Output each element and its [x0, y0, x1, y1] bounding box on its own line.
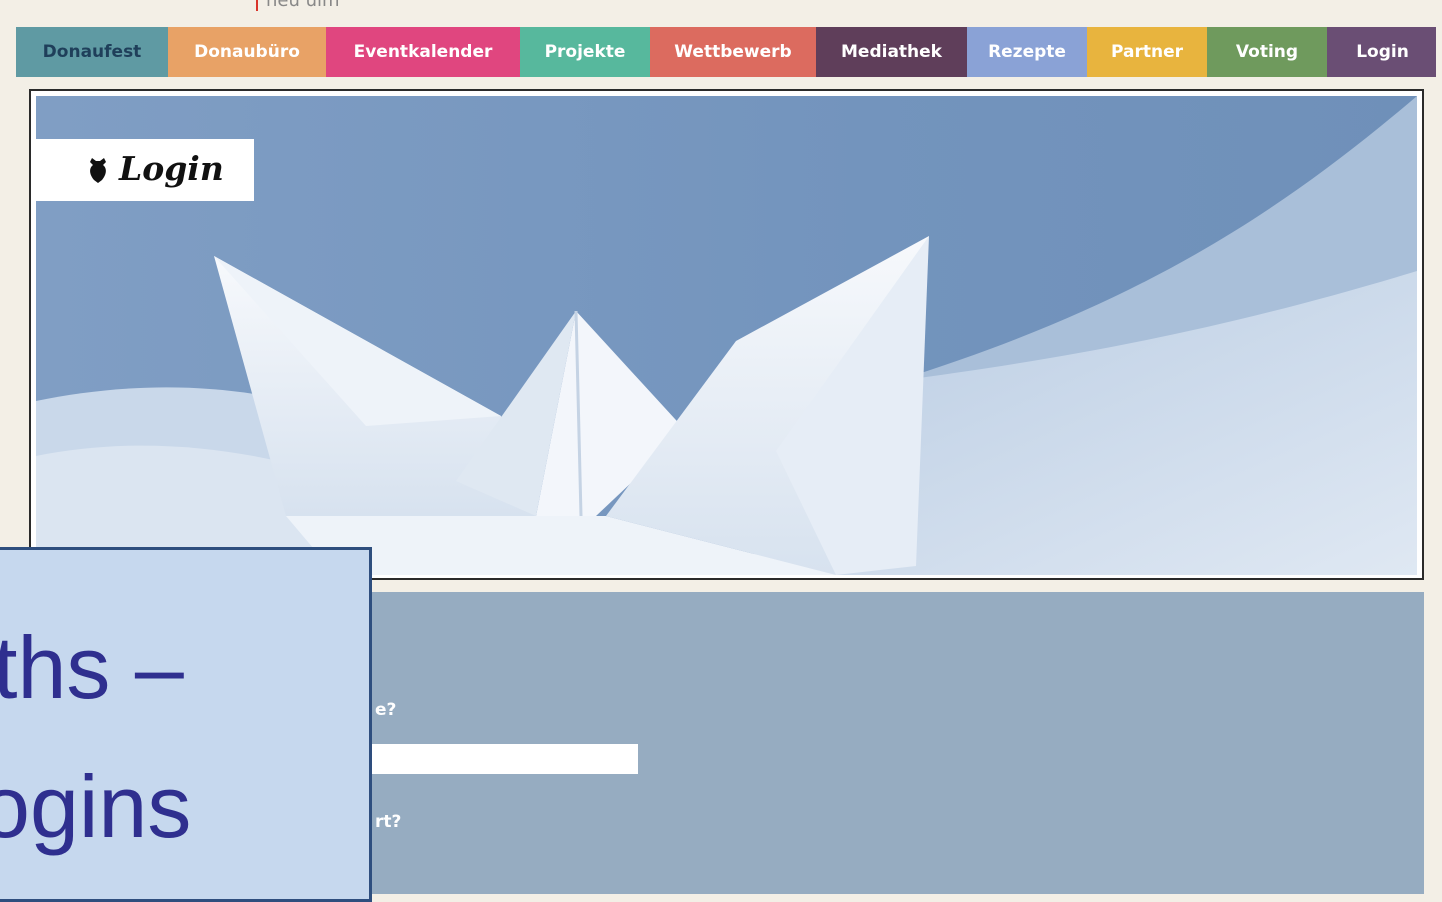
overlay-text-line-2: ogins	[0, 757, 192, 856]
nav-item-projekte[interactable]: Projekte	[520, 27, 650, 77]
nav-item-mediathek[interactable]: Mediathek	[816, 27, 967, 77]
slide-overlay-box: ths – ogins	[0, 547, 372, 902]
nav-item-eventkalender[interactable]: Eventkalender	[326, 27, 520, 77]
bell-pepper-icon	[87, 156, 109, 188]
nav-item-login[interactable]: Login	[1327, 27, 1438, 77]
password-question-label: rt?	[375, 812, 402, 832]
main-navigation: Donaufest Donaubüro Eventkalender Projekte W…	[16, 27, 1438, 77]
header-tagline: neu ulm	[266, 0, 340, 11]
overlay-text-line-1: ths –	[0, 618, 184, 717]
page-title: Login	[119, 149, 224, 188]
nav-item-donaufest[interactable]: Donaufest	[16, 27, 168, 77]
nav-item-wettbewerb[interactable]: Wettbewerb	[650, 27, 816, 77]
header-accent-bar	[256, 0, 258, 11]
nav-item-donaub-ro[interactable]: Donaubüro	[168, 27, 326, 77]
nav-item-rezepte[interactable]: Rezepte	[967, 27, 1087, 77]
username-question-label: e?	[375, 700, 397, 720]
nav-item-voting[interactable]: Voting	[1207, 27, 1327, 77]
page-right-edge	[1436, 0, 1442, 894]
header-strip: neu ulm	[0, 0, 1442, 14]
nav-item-partner[interactable]: Partner	[1087, 27, 1207, 77]
page-title-tag: Login	[35, 139, 254, 201]
username-input[interactable]	[365, 744, 638, 774]
